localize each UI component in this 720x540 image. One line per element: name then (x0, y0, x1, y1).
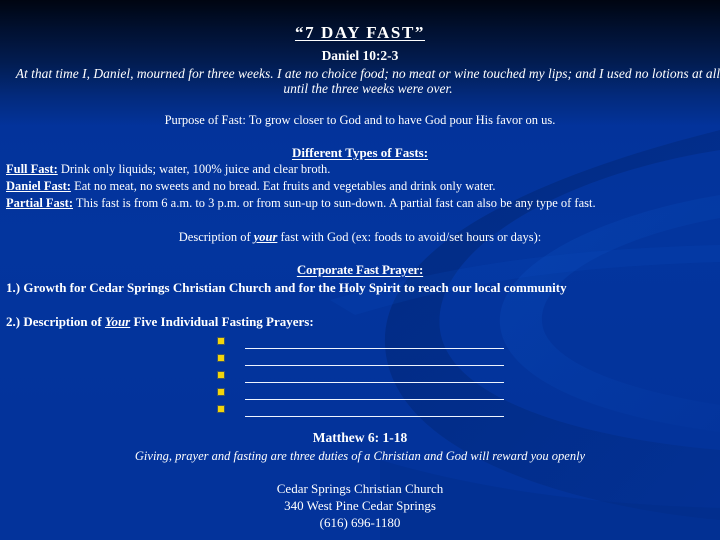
purpose-statement: Purpose of Fast: To grow closer to God a… (164, 113, 556, 127)
matthew-reference: Matthew 6: 1-18 (312, 430, 408, 445)
write-in-rule[interactable] (245, 399, 504, 400)
list-item[interactable] (0, 353, 720, 370)
list-item[interactable] (0, 387, 720, 404)
square-bullet-icon (218, 372, 224, 378)
prayer-two-after: Five Individual Fasting Prayers: (130, 314, 314, 329)
corporate-prayer-item-1: 1.) Growth for Cedar Springs Christian C… (6, 280, 567, 295)
slide-title: “7 DAY FAST” (294, 23, 426, 42)
corporate-prayer-item-2: 2.) Description of Your Five Individual … (0, 315, 720, 329)
fast-type-full-text: Drink only liquids; water, 100% juice an… (57, 162, 331, 176)
fast-type-partial-label: Partial Fast: (6, 196, 73, 210)
prompt-text-before: Description of (178, 230, 254, 244)
fast-type-daniel-label: Daniel Fast: (6, 179, 71, 193)
fast-type-daniel: Daniel Fast: Eat no meat, no sweets and … (0, 179, 720, 193)
write-in-rule[interactable] (245, 348, 504, 349)
scripture-text: At that time I, Daniel, mourned for thre… (15, 66, 720, 97)
footer-phone: (616) 696-1180 (319, 515, 401, 530)
square-bullet-icon (218, 355, 224, 361)
fast-type-daniel-text: Eat no meat, no sweets and no bread. Eat… (70, 179, 496, 193)
presentation-slide: “7 DAY FAST” Daniel 10:2-3 At that time … (0, 0, 720, 540)
slide-content: “7 DAY FAST” Daniel 10:2-3 At that time … (0, 0, 720, 540)
fast-type-full-label: Full Fast: (6, 162, 58, 176)
list-item[interactable] (0, 404, 720, 421)
square-bullet-icon (218, 389, 224, 395)
personal-description-prompt: Description of your fast with God (ex: f… (0, 230, 720, 244)
matthew-verse-text: Giving, prayer and fasting are three dut… (134, 449, 586, 463)
types-of-fasts-heading: Different Types of Fasts: (291, 145, 429, 160)
prompt-emphasis-your: your (253, 230, 278, 244)
list-item[interactable] (0, 336, 720, 353)
prayer-two-emphasis-your: Your (104, 314, 131, 329)
prayer-two-before: 2.) Description of (6, 314, 105, 329)
square-bullet-icon (218, 406, 224, 412)
corporate-fast-prayer-heading: Corporate Fast Prayer: (296, 262, 424, 277)
write-in-rule[interactable] (245, 382, 504, 383)
individual-prayers-blank-list (0, 336, 720, 421)
fast-type-partial-text: This fast is from 6 a.m. to 3 p.m. or fr… (73, 196, 596, 210)
footer-church-name: Cedar Springs Christian Church (276, 481, 444, 496)
write-in-rule[interactable] (245, 365, 504, 366)
scripture-reference: Daniel 10:2-3 (321, 48, 399, 63)
footer-address: 340 West Pine Cedar Springs (284, 498, 436, 513)
write-in-rule[interactable] (245, 416, 504, 417)
prompt-text-after: fast with God (ex: foods to avoid/set ho… (277, 230, 542, 244)
list-item[interactable] (0, 370, 720, 387)
square-bullet-icon (218, 338, 224, 344)
fast-type-partial: Partial Fast: This fast is from 6 a.m. t… (0, 196, 720, 210)
fast-type-full: Full Fast: Drink only liquids; water, 10… (0, 162, 720, 176)
